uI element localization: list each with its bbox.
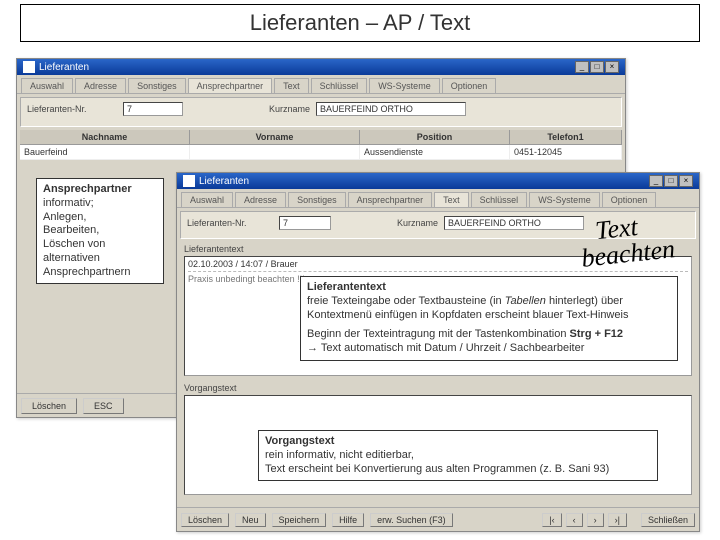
kurzname-label-1: Kurzname bbox=[269, 104, 310, 114]
minimize-button-1[interactable]: _ bbox=[575, 61, 589, 73]
cell-vorname bbox=[190, 145, 360, 159]
titlebar-1: Lieferanten _ □ × bbox=[17, 59, 625, 75]
callout-lt-body1-i: Tabellen bbox=[505, 295, 546, 307]
buttonbar-2: Löschen Neu Speichern Hilfe erw. Suchen … bbox=[177, 507, 699, 531]
tab-ws-systeme-2[interactable]: WS-Systeme bbox=[529, 192, 600, 207]
window-title-2: Lieferanten bbox=[199, 176, 249, 187]
tab-ansprechpartner-1[interactable]: Ansprechpartner bbox=[188, 78, 273, 93]
loeschen-button-1[interactable]: Löschen bbox=[21, 398, 77, 414]
callout-lt-body2-pre: Beginn der Texteintragung mit der Tasten… bbox=[307, 328, 570, 340]
nav-first-button[interactable]: |‹ bbox=[542, 513, 561, 527]
callout-ansprechpartner: Ansprechpartner informativ; Anlegen, Bea… bbox=[36, 178, 164, 284]
grid-header-1: Nachname Vorname Position Telefon1 bbox=[20, 130, 622, 145]
vorgangstext-label: Vorgangstext bbox=[184, 383, 692, 393]
window-title-1: Lieferanten bbox=[39, 62, 89, 73]
callout-ap-body: informativ; Anlegen, Bearbeiten, Löschen… bbox=[43, 197, 130, 278]
tab-sonstiges-1[interactable]: Sonstiges bbox=[128, 78, 186, 93]
titlebar-2: Lieferanten _ □ × bbox=[177, 173, 699, 189]
callout-lt-body2-b: Strg + F12 bbox=[570, 328, 624, 340]
tab-optionen-1[interactable]: Optionen bbox=[442, 78, 497, 93]
callout-lt-title: Lieferantentext bbox=[307, 281, 386, 293]
table-row[interactable]: Bauerfeind Aussendienste 0451-12045 bbox=[20, 145, 622, 160]
tab-sonstiges-2[interactable]: Sonstiges bbox=[288, 192, 346, 207]
app-icon-2 bbox=[183, 175, 195, 187]
tab-schluessel-1[interactable]: Schlüssel bbox=[311, 78, 368, 93]
callout-vt-body: rein informativ, nicht editierbar, Text … bbox=[265, 449, 609, 475]
tabstrip-1: Auswahl Adresse Sonstiges Ansprechpartne… bbox=[17, 75, 625, 94]
erw-suchen-button[interactable]: erw. Suchen (F3) bbox=[370, 513, 453, 527]
tab-text-1[interactable]: Text bbox=[274, 78, 309, 93]
hilfe-button-2[interactable]: Hilfe bbox=[332, 513, 364, 527]
tab-optionen-2[interactable]: Optionen bbox=[602, 192, 657, 207]
callout-vt-title: Vorgangstext bbox=[265, 435, 334, 447]
callout-lt-body2-tail: → Text automatisch mit Datum / Uhrzeit /… bbox=[307, 342, 584, 354]
maximize-button-1[interactable]: □ bbox=[590, 61, 604, 73]
callout-vorgangstext: Vorgangstext rein informativ, nicht edit… bbox=[258, 430, 658, 481]
tab-ansprechpartner-2[interactable]: Ansprechpartner bbox=[348, 192, 433, 207]
nav-prev-button[interactable]: ‹ bbox=[566, 513, 583, 527]
tab-adresse-1[interactable]: Adresse bbox=[75, 78, 126, 93]
app-icon bbox=[23, 61, 35, 73]
close-button-1[interactable]: × bbox=[605, 61, 619, 73]
lieferanten-nr-label-2: Lieferanten-Nr. bbox=[187, 218, 273, 228]
tab-auswahl-2[interactable]: Auswahl bbox=[181, 192, 233, 207]
stamp-text: Text beachten bbox=[560, 210, 677, 273]
speichern-button-2[interactable]: Speichern bbox=[272, 513, 327, 527]
nav-next-button[interactable]: › bbox=[587, 513, 604, 527]
kurzname-label-2: Kurzname bbox=[397, 218, 438, 228]
neu-button-2[interactable]: Neu bbox=[235, 513, 266, 527]
kurzname-field-1[interactable]: BAUERFEIND ORTHO bbox=[316, 102, 466, 116]
callout-lieferantentext: Lieferantentext freie Texteingabe oder T… bbox=[300, 276, 678, 361]
lieferanten-nr-field-2[interactable]: 7 bbox=[279, 216, 331, 230]
tab-text-2[interactable]: Text bbox=[434, 192, 469, 207]
callout-ap-title: Ansprechpartner bbox=[43, 183, 132, 195]
minimize-button-2[interactable]: _ bbox=[649, 175, 663, 187]
col-nachname[interactable]: Nachname bbox=[20, 130, 190, 144]
schliessen-button[interactable]: Schließen bbox=[641, 513, 695, 527]
maximize-button-2[interactable]: □ bbox=[664, 175, 678, 187]
nav-last-button[interactable]: ›| bbox=[608, 513, 627, 527]
tab-adresse-2[interactable]: Adresse bbox=[235, 192, 286, 207]
tab-ws-systeme-1[interactable]: WS-Systeme bbox=[369, 78, 440, 93]
col-telefon1[interactable]: Telefon1 bbox=[510, 130, 622, 144]
lieferanten-nr-field-1[interactable]: 7 bbox=[123, 102, 183, 116]
tabstrip-2: Auswahl Adresse Sonstiges Ansprechpartne… bbox=[177, 189, 699, 208]
close-button-2[interactable]: × bbox=[679, 175, 693, 187]
tab-schluessel-2[interactable]: Schlüssel bbox=[471, 192, 528, 207]
cell-nachname: Bauerfeind bbox=[20, 145, 190, 159]
cell-telefon1: 0451-12045 bbox=[510, 145, 622, 159]
lieferanten-nr-label-1: Lieferanten-Nr. bbox=[27, 104, 117, 114]
callout-lt-body1: freie Texteingabe oder Textbausteine (in bbox=[307, 295, 505, 307]
col-position[interactable]: Position bbox=[360, 130, 510, 144]
cell-position: Aussendienste bbox=[360, 145, 510, 159]
col-vorname[interactable]: Vorname bbox=[190, 130, 360, 144]
esc-button-1[interactable]: ESC bbox=[83, 398, 124, 414]
tab-auswahl-1[interactable]: Auswahl bbox=[21, 78, 73, 93]
slide-title: Lieferanten – AP / Text bbox=[20, 4, 700, 42]
loeschen-button-2[interactable]: Löschen bbox=[181, 513, 229, 527]
